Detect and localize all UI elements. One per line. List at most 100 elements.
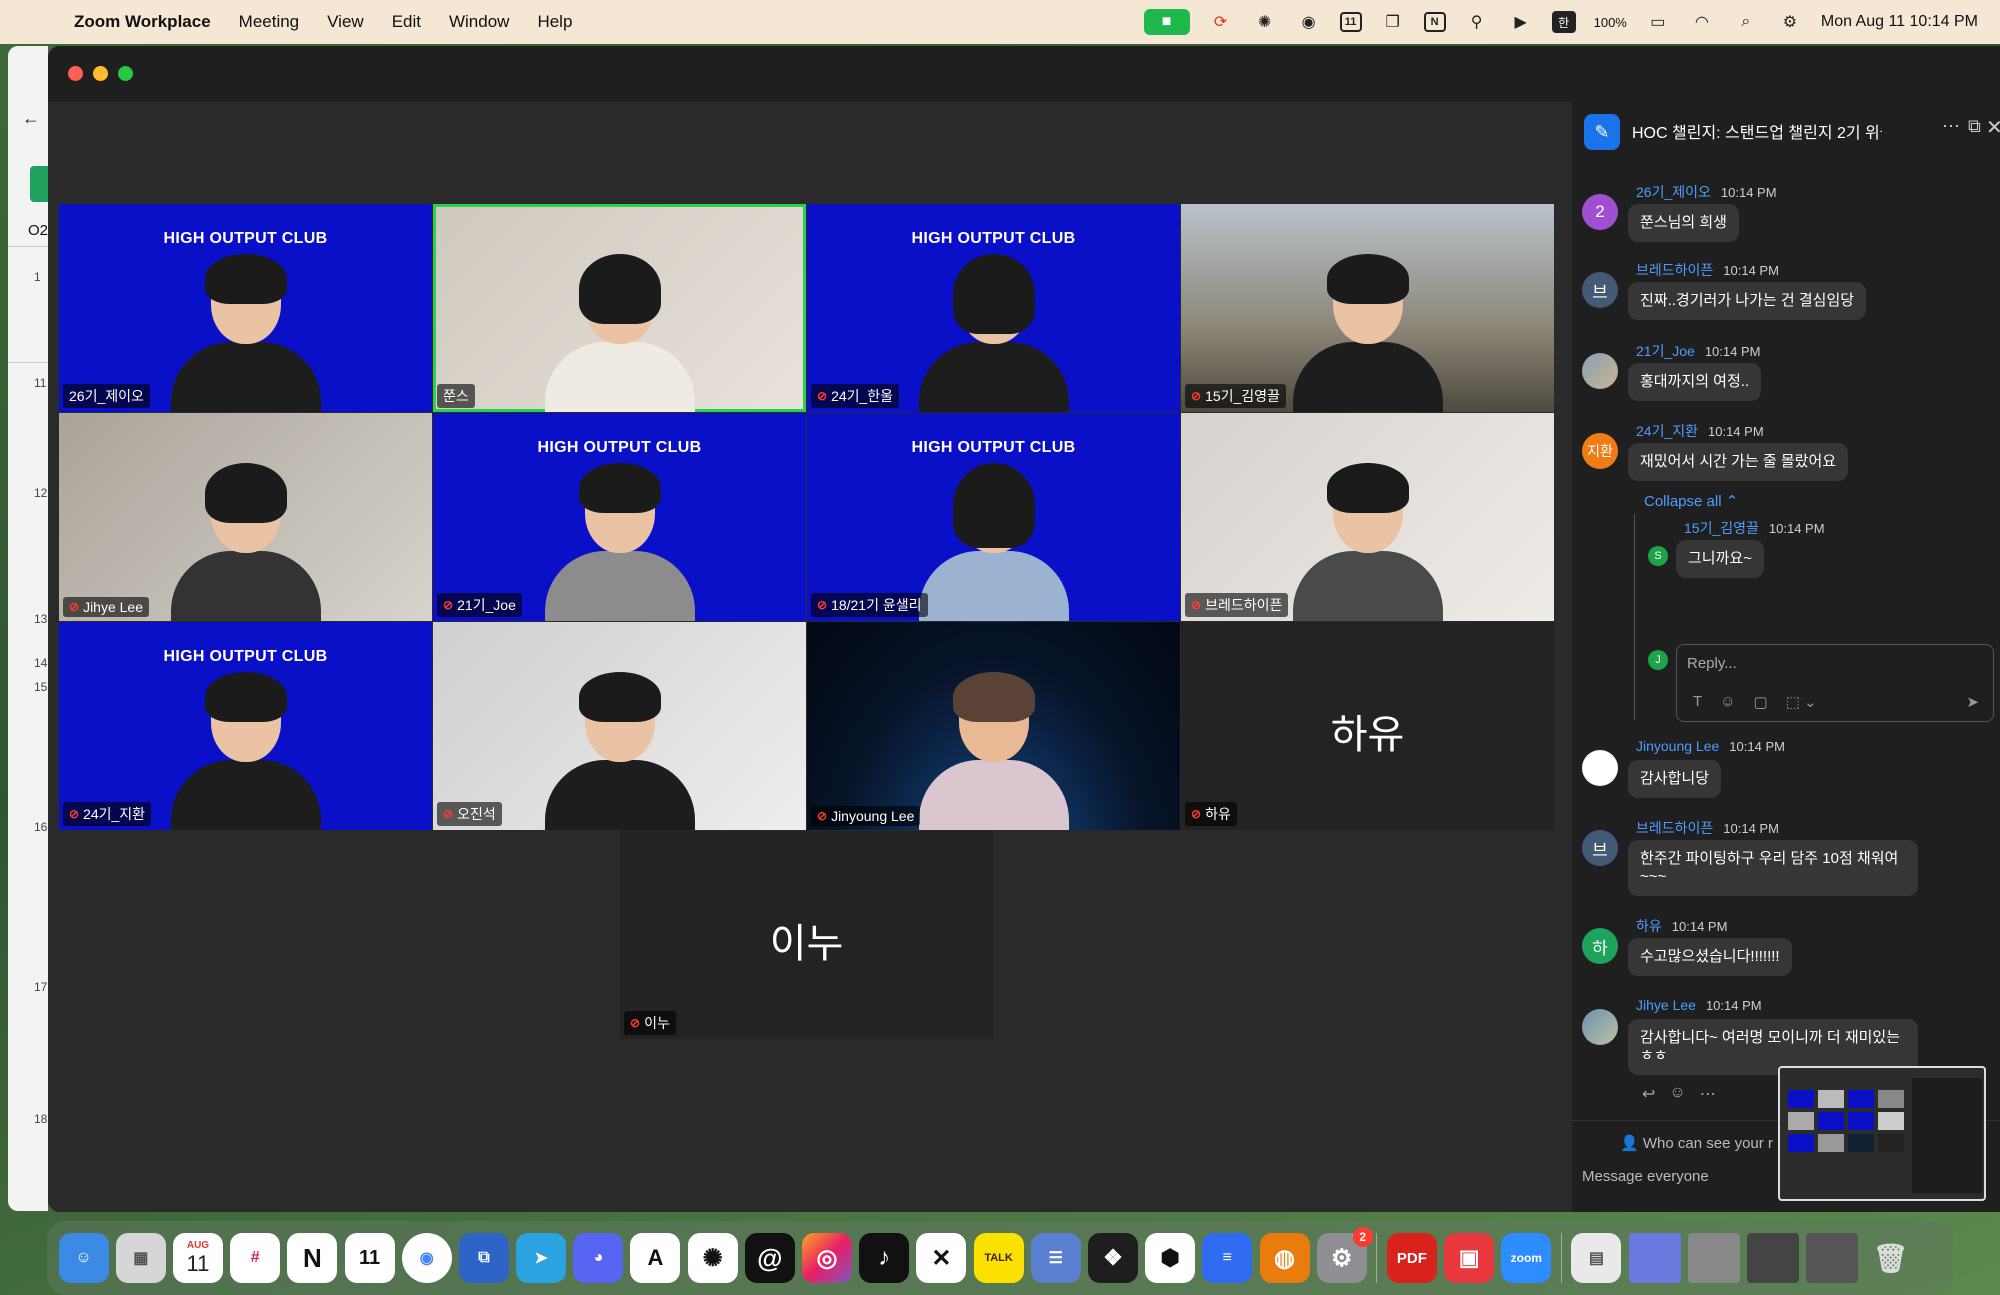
video-tile[interactable]: HIGH OUTPUT CLUB ⊘ 24기_한울 [807, 204, 1180, 412]
window-icon[interactable]: ❐ [1380, 11, 1406, 33]
sender-name[interactable]: Jinyoung Lee 10:14 PM [1636, 738, 1785, 754]
control-center-icon[interactable]: ⚙ [1777, 11, 1803, 33]
telegram-icon[interactable]: ➤ [516, 1233, 567, 1283]
discord-icon[interactable]: ◕ [573, 1233, 624, 1283]
background-calendar-window[interactable]: ← O2 1 11 12 13 14 15 16 17 18 [8, 46, 48, 1211]
cube-icon[interactable]: ⬢ [1145, 1233, 1196, 1283]
title-bar[interactable] [48, 46, 2000, 102]
record-icon[interactable]: ◉ [1296, 11, 1322, 33]
reply-avatar[interactable]: S [1648, 546, 1668, 566]
window-thumbnail-icon[interactable] [1747, 1233, 1800, 1283]
battery-icon[interactable]: ▭ [1645, 11, 1671, 33]
video-tile-camera-off[interactable]: 하유 ⊘ 하유 [1181, 622, 1554, 830]
chrome-icon[interactable]: ◉ [401, 1233, 452, 1283]
video-tile[interactable]: ⊘ Jihye Lee [59, 413, 432, 621]
sender-name[interactable]: 브레드하이픈 10:14 PM [1636, 260, 1779, 280]
file-icon[interactable]: ▢ [1754, 693, 1768, 711]
message-bubble[interactable]: 홍대까지의 여정.. [1628, 363, 1762, 401]
sender-memoji-avatar[interactable] [1582, 750, 1618, 786]
sender-name[interactable]: 26기_제이오 10:14 PM [1636, 182, 1777, 202]
sender-name[interactable]: Jihye Lee 10:14 PM [1636, 997, 1762, 1013]
video-tile[interactable]: ⊘ 오진석 [433, 622, 806, 830]
wifi-icon[interactable]: ◠ [1689, 11, 1715, 33]
capcut-icon[interactable]: ✕ [916, 1233, 967, 1283]
tiktok-icon[interactable]: ♪ [859, 1233, 910, 1283]
video-tile-camera-off[interactable]: 이누 ⊘ 이누 [620, 831, 993, 1039]
collapse-all-button[interactable]: Collapse all ⌃ [1644, 492, 1738, 510]
pdf-app-icon[interactable]: PDF [1386, 1233, 1437, 1283]
emoji-icon[interactable]: ☺ [1720, 693, 1735, 711]
message-bubble[interactable]: 한주간 파이팅하구 우리 담주 10점 채워여 ~~~ [1628, 840, 1918, 896]
window-thumbnail-icon[interactable] [1687, 1233, 1740, 1283]
figma-icon[interactable]: ❖ [1087, 1233, 1138, 1283]
back-arrow-icon[interactable]: ← [22, 108, 40, 129]
sender-avatar[interactable]: 브 [1582, 830, 1618, 866]
chatgpt-icon[interactable]: ✺ [687, 1233, 738, 1283]
kakaotalk-icon[interactable]: TALK [973, 1233, 1024, 1283]
document-thumbnail-icon[interactable]: ▤ [1571, 1233, 1622, 1283]
reply-thread-icon[interactable]: ↩ [1642, 1084, 1655, 1104]
sender-avatar[interactable]: 2 [1582, 194, 1618, 230]
calendar-icon[interactable]: AUG 11 [172, 1233, 223, 1283]
notion-icon[interactable]: N [287, 1233, 338, 1283]
close-chat-icon[interactable]: ✕ [1986, 115, 2000, 140]
reply-input[interactable]: Reply... T ☺ ▢ ⬚ ⌄ ➤ [1676, 644, 1994, 722]
compose-icon[interactable]: ✎ [1584, 114, 1620, 150]
preview-icon[interactable]: ⧉ [458, 1233, 509, 1283]
more-icon[interactable]: ⋯ [1700, 1084, 1716, 1104]
menu-window[interactable]: Window [449, 12, 509, 32]
input-method-icon[interactable]: 한 [1551, 11, 1576, 33]
video-tile[interactable]: HIGH OUTPUT CLUB ⊘ 24기_지환 [59, 622, 432, 830]
broadcast-icon[interactable]: ⚲ [1464, 11, 1490, 33]
minimize-window-button[interactable] [93, 66, 108, 81]
menu-edit[interactable]: Edit [392, 12, 421, 32]
message-bubble[interactable]: 수고많으셨습니다!!!!!!! [1628, 938, 1792, 976]
finder-icon[interactable]: ☺ [58, 1233, 109, 1283]
system-settings-icon[interactable]: ⚙ 2 [1316, 1227, 1373, 1283]
close-window-button[interactable] [68, 66, 83, 81]
sender-avatar[interactable]: 하 [1582, 928, 1618, 964]
add-reaction-icon[interactable]: ☺ [1669, 1084, 1685, 1104]
zoom-camera-icon[interactable]: ■ [1143, 9, 1190, 35]
anthropic-icon[interactable]: A [630, 1233, 681, 1283]
message-bubble[interactable]: 쭌스님의 희생 [1628, 204, 1739, 242]
menu-meeting[interactable]: Meeting [239, 12, 299, 32]
video-tile[interactable]: HIGH OUTPUT CLUB ⊘ 21기_Joe [433, 413, 806, 621]
message-bubble[interactable]: 진짜..경기러가 나가는 건 결심임당 [1628, 282, 1867, 320]
video-tile-active-speaker[interactable]: 쭌스 [433, 204, 806, 412]
sender-photo-avatar[interactable] [1582, 1009, 1618, 1045]
photo-booth-icon[interactable]: ▣ [1444, 1233, 1495, 1283]
message-bubble[interactable]: 재밌어서 시간 가는 줄 몰랐어요 [1628, 443, 1849, 481]
sender-name[interactable]: 15기_김영끌 10:14 PM [1684, 518, 1825, 538]
video-tile[interactable]: ⊘ Jinyoung Lee [807, 622, 1180, 830]
sync-icon[interactable]: ⟳ [1208, 11, 1234, 33]
sender-avatar[interactable]: 브 [1582, 272, 1618, 308]
sender-photo-avatar[interactable] [1582, 353, 1618, 389]
popout-icon[interactable]: ⧉ [1968, 116, 1981, 137]
video-tile[interactable]: ⊘ 브레드하이픈 [1181, 413, 1554, 621]
send-icon[interactable]: ➤ [1966, 693, 1979, 711]
instagram-icon[interactable]: ◎ [802, 1233, 853, 1283]
sender-avatar[interactable]: 지환 [1582, 433, 1618, 469]
menu-view[interactable]: View [327, 12, 364, 32]
chat-title[interactable]: HOC 챌린지: 스탠드업 챌린지 2기 위클... [1632, 119, 1882, 143]
chatgpt-icon[interactable]: ✺ [1252, 11, 1278, 33]
zoom-icon[interactable]: zoom [1501, 1233, 1552, 1283]
blender-icon[interactable]: ◍ [1259, 1233, 1310, 1283]
message-input[interactable]: Message everyone [1582, 1168, 1709, 1185]
trash-icon[interactable]: 🗑 [1865, 1233, 1915, 1283]
maximize-window-button[interactable] [118, 66, 133, 81]
sender-name[interactable]: 하유 10:14 PM [1636, 916, 1727, 936]
slack-icon[interactable]: # [230, 1233, 281, 1283]
notion-calendar-icon[interactable]: 11 [344, 1233, 395, 1283]
menu-help[interactable]: Help [537, 12, 572, 32]
threads-icon[interactable]: @ [744, 1233, 795, 1283]
launchpad-icon[interactable]: ▦ [115, 1233, 166, 1283]
tasks-icon[interactable]: ☰ [1030, 1233, 1081, 1283]
notion-status-icon[interactable]: N [1423, 12, 1446, 32]
sender-name[interactable]: 21기_Joe 10:14 PM [1636, 341, 1760, 361]
sender-name[interactable]: 24기_지환 10:14 PM [1636, 421, 1764, 441]
search-icon[interactable]: ⌕ [1733, 11, 1759, 33]
video-tile[interactable]: HIGH OUTPUT CLUB ⊘ 18/21기 윤샐리 [807, 413, 1180, 621]
sender-name[interactable]: 브레드하이픈 10:14 PM [1636, 818, 1779, 838]
